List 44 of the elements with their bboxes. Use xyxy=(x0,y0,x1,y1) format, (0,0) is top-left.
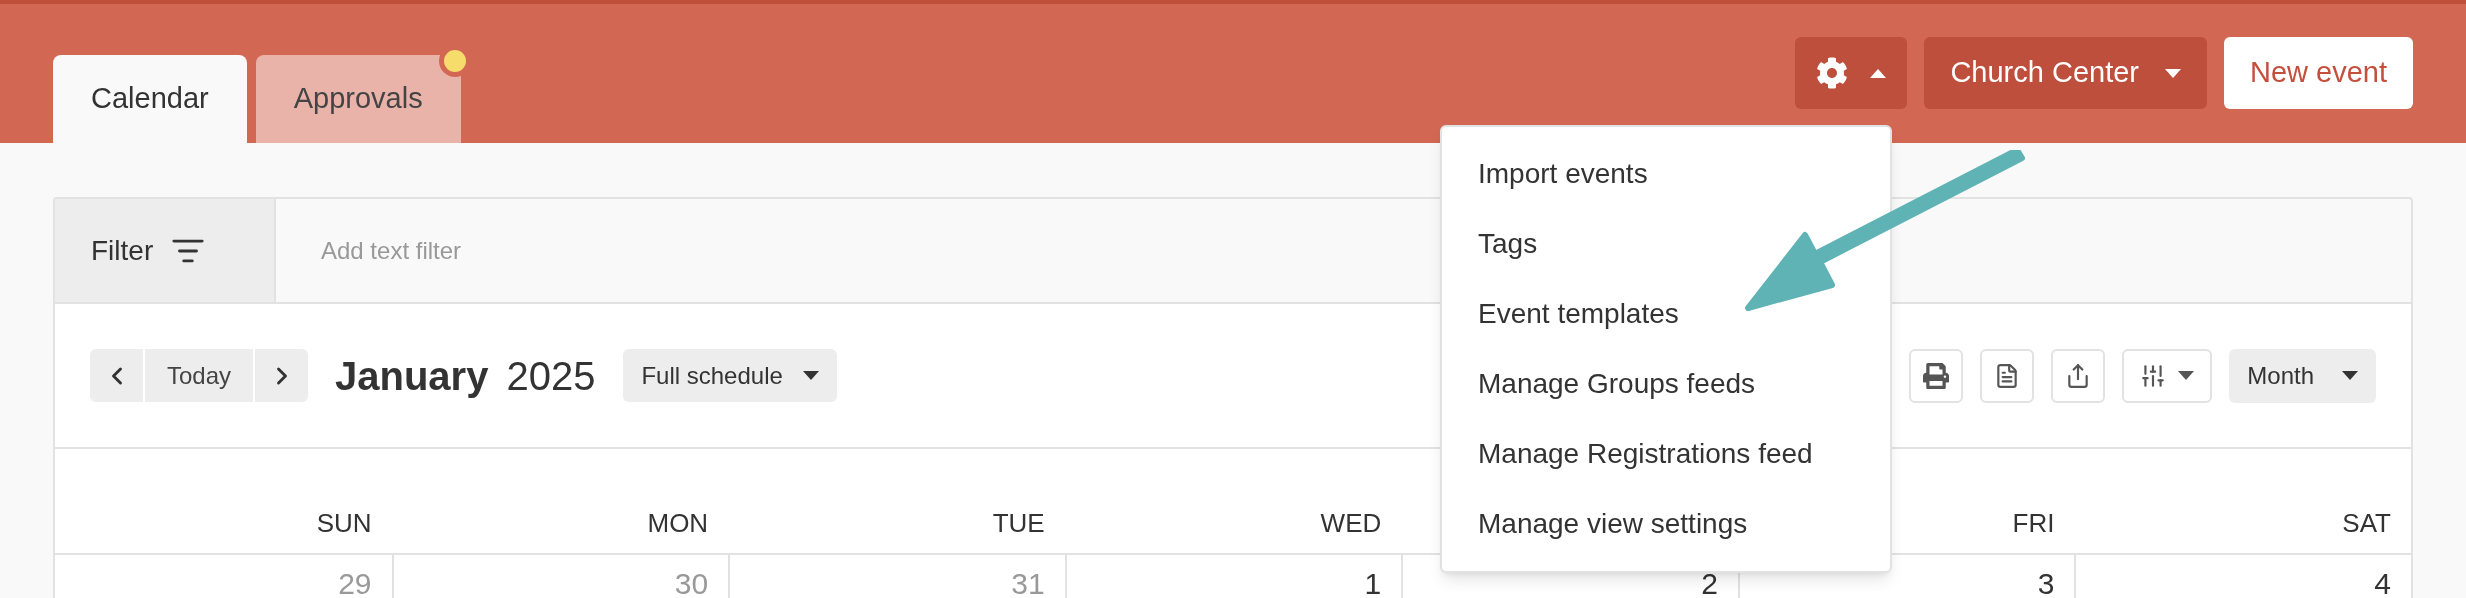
display-options-button[interactable] xyxy=(2122,348,2213,403)
weekday-header: SUN xyxy=(316,507,372,540)
caret-icon xyxy=(802,371,819,380)
day-number: 1 xyxy=(1364,566,1382,598)
print-icon xyxy=(1923,362,1950,389)
settings-button[interactable] xyxy=(1795,37,1908,109)
weekday-header: SAT xyxy=(2342,507,2391,540)
weekday-header: MON xyxy=(647,507,709,540)
new-event-button[interactable]: New event xyxy=(2224,37,2413,109)
menu-item[interactable]: Tags xyxy=(1442,209,1890,279)
caret-icon xyxy=(2342,371,2358,380)
day-number: 29 xyxy=(338,566,372,598)
caret-icon xyxy=(2178,371,2195,380)
print-button[interactable] xyxy=(1909,348,1964,403)
tab[interactable]: Calendar xyxy=(53,55,247,143)
tab[interactable]: Approvals xyxy=(255,55,461,143)
weekday-header: WED xyxy=(1320,507,1382,540)
menu-item[interactable]: Event templates xyxy=(1442,279,1890,349)
filter-button[interactable]: Filter xyxy=(55,199,276,302)
month-title: January xyxy=(335,352,489,400)
document-button[interactable] xyxy=(1980,348,2035,403)
menu-item[interactable]: Manage Registrations feed xyxy=(1442,419,1890,489)
view-dropdown[interactable]: Month xyxy=(2229,348,2376,403)
day-number: 2 xyxy=(1701,566,1718,598)
calendar-selector-button[interactable]: Church Center xyxy=(1924,37,2207,109)
today-button[interactable]: Today xyxy=(145,349,253,402)
caret-icon xyxy=(2165,68,2181,78)
year-title: 2025 xyxy=(506,352,596,400)
day-number: 4 xyxy=(2374,566,2391,598)
share-button[interactable] xyxy=(2051,348,2106,403)
weekday-header: TUE xyxy=(992,507,1045,540)
day-number: 30 xyxy=(674,566,709,598)
weekday-header: FRI xyxy=(2012,507,2055,540)
schedule-dropdown[interactable]: Full schedule xyxy=(623,349,837,402)
menu-item[interactable]: Manage view settings xyxy=(1442,489,1890,559)
caret-icon xyxy=(1870,68,1887,78)
menu-item[interactable]: Manage Groups feeds xyxy=(1442,349,1890,419)
day-number: 31 xyxy=(1011,566,1045,598)
previous-button[interactable] xyxy=(90,349,143,402)
sliders-icon xyxy=(2140,362,2167,389)
day-number: 3 xyxy=(2037,566,2055,598)
menu-item[interactable]: Import events xyxy=(1442,139,1890,209)
settings-icon xyxy=(1816,57,1849,89)
next-button[interactable] xyxy=(255,349,308,402)
